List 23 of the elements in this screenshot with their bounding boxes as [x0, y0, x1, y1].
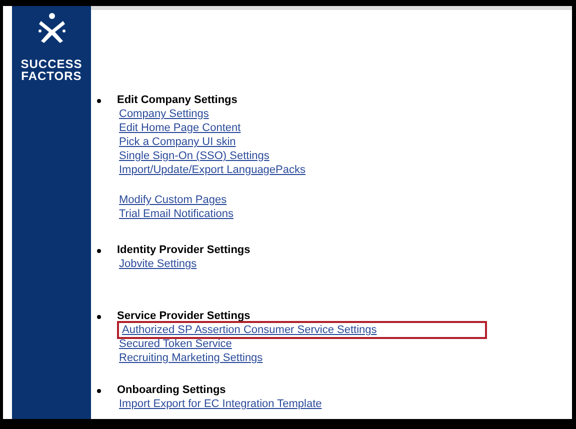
settings-link[interactable]: Import/Update/Export LanguagePacks: [119, 163, 306, 177]
settings-link[interactable]: Trial Email Notifications: [119, 207, 234, 221]
settings-link[interactable]: Recruiting Marketing Settings: [119, 351, 263, 365]
bullet-icon: [97, 249, 101, 253]
logo-text: SUCCESS: [20, 58, 82, 70]
bullet-icon: [97, 315, 101, 319]
settings-link[interactable]: Modify Custom Pages: [119, 193, 227, 207]
section-heading: Edit Company Settings: [117, 93, 238, 107]
section-heading: Service Provider Settings: [117, 309, 252, 323]
settings-link[interactable]: Company Settings: [119, 107, 209, 121]
bullet-icon: [97, 389, 101, 393]
settings-link[interactable]: Jobvite Settings: [119, 257, 197, 271]
person-logo-icon: [36, 12, 66, 44]
section-heading: Identity Provider Settings: [117, 243, 250, 257]
settings-link[interactable]: Pick a Company UI skin: [119, 135, 236, 149]
logo-text: FACTORS: [21, 70, 82, 82]
settings-link[interactable]: Secured Token Service: [119, 337, 232, 351]
settings-link[interactable]: Single Sign-On (SSO) Settings: [119, 149, 270, 163]
section-heading: Onboarding Settings: [117, 383, 227, 397]
settings-link[interactable]: Authorized SP Assertion Consumer Service Settings: [119, 323, 485, 337]
settings-link[interactable]: Edit Home Page Content: [119, 121, 241, 135]
settings-link[interactable]: Import Export for EC Integration Template: [119, 397, 322, 411]
bullet-icon: [97, 99, 101, 103]
